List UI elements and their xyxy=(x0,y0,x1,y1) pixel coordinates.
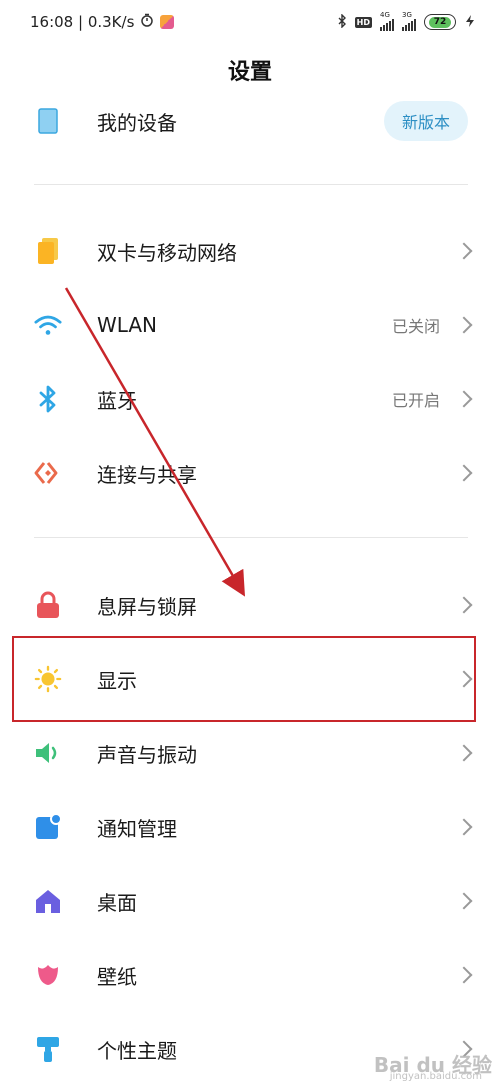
device-icon xyxy=(34,107,62,135)
signal-3g-icon: 3G xyxy=(402,11,416,31)
chevron-right-icon xyxy=(455,242,473,260)
row-label: WLAN xyxy=(97,313,158,337)
watermark-url: jingyan.baidu.com xyxy=(389,1071,482,1082)
lock-icon xyxy=(34,591,62,619)
chevron-right-icon xyxy=(455,390,473,408)
settings-item-sound[interactable]: 声音与振动 xyxy=(0,716,500,790)
settings-item-connection-sharing[interactable]: 连接与共享 xyxy=(0,436,500,510)
chevron-right-icon xyxy=(455,966,473,984)
row-label: 壁纸 xyxy=(97,964,137,989)
status-right: HD 4G 3G 72 xyxy=(337,11,476,31)
divider xyxy=(34,184,468,185)
paint-roller-icon xyxy=(34,1035,62,1063)
bluetooth-status: 已开启 xyxy=(391,391,440,410)
settings-item-lock-screen[interactable]: 息屏与锁屏 xyxy=(0,568,500,642)
chevron-right-icon xyxy=(455,596,473,614)
new-version-badge[interactable]: 新版本 xyxy=(383,101,468,141)
row-label: 个性主题 xyxy=(97,1038,177,1063)
row-label: 息屏与锁屏 xyxy=(97,594,197,619)
chevron-right-icon xyxy=(455,316,473,334)
wlan-status: 已关闭 xyxy=(391,317,440,336)
baidu-watermark: Bai du 经验 jingyan.baidu.com xyxy=(374,1049,492,1082)
status-time-speed: 16:08 | 0.3K/s xyxy=(30,13,135,31)
battery-level: 72 xyxy=(428,16,452,28)
settings-item-wallpaper[interactable]: 壁纸 xyxy=(0,938,500,1012)
share-connection-icon xyxy=(34,459,62,487)
hd-voice-icon: HD xyxy=(354,16,372,28)
sidebar-item-dual-sim[interactable]: 双卡与移动网络 xyxy=(0,214,500,288)
chevron-right-icon xyxy=(455,464,473,482)
settings-item-desktop[interactable]: 桌面 xyxy=(0,864,500,938)
timer-icon xyxy=(140,13,154,31)
sim-card-icon xyxy=(34,237,62,265)
signal-4g-label: 4G xyxy=(380,11,390,19)
signal-3g-label: 3G xyxy=(402,11,412,19)
bluetooth-icon xyxy=(34,385,62,413)
annotation-highlight-box xyxy=(12,636,476,722)
wifi-icon xyxy=(34,311,62,339)
row-label: 声音与振动 xyxy=(97,742,197,767)
divider xyxy=(34,537,468,538)
battery-icon: 72 xyxy=(424,14,456,30)
row-label: 通知管理 xyxy=(97,816,177,841)
status-left: 16:08 | 0.3K/s xyxy=(30,13,175,31)
settings-item-bluetooth[interactable]: 蓝牙 已开启 xyxy=(0,362,500,436)
row-label: 蓝牙 xyxy=(97,388,137,413)
page-title: 设置 xyxy=(227,60,272,85)
my-device-label: 我的设备 xyxy=(97,110,177,135)
chevron-right-icon xyxy=(455,744,473,762)
chevron-right-icon xyxy=(455,818,473,836)
signal-4g-icon: 4G xyxy=(380,11,394,31)
home-icon xyxy=(34,887,62,915)
flower-icon xyxy=(34,961,62,989)
charging-icon xyxy=(464,14,476,31)
status-bar: 16:08 | 0.3K/s HD 4G 3G 72 xyxy=(0,0,500,44)
row-label: 双卡与移动网络 xyxy=(97,240,237,265)
chevron-right-icon xyxy=(455,892,473,910)
settings-item-wlan[interactable]: WLAN 已关闭 xyxy=(0,288,500,362)
app-notification-icon xyxy=(160,15,175,29)
speaker-icon xyxy=(34,739,62,767)
settings-item-notifications[interactable]: 通知管理 xyxy=(0,790,500,864)
row-label: 连接与共享 xyxy=(97,462,197,487)
bluetooth-status-icon xyxy=(337,12,347,31)
row-label: 桌面 xyxy=(97,890,137,915)
notification-icon xyxy=(34,813,62,841)
my-device-item[interactable]: 我的设备 新版本 xyxy=(0,84,500,158)
